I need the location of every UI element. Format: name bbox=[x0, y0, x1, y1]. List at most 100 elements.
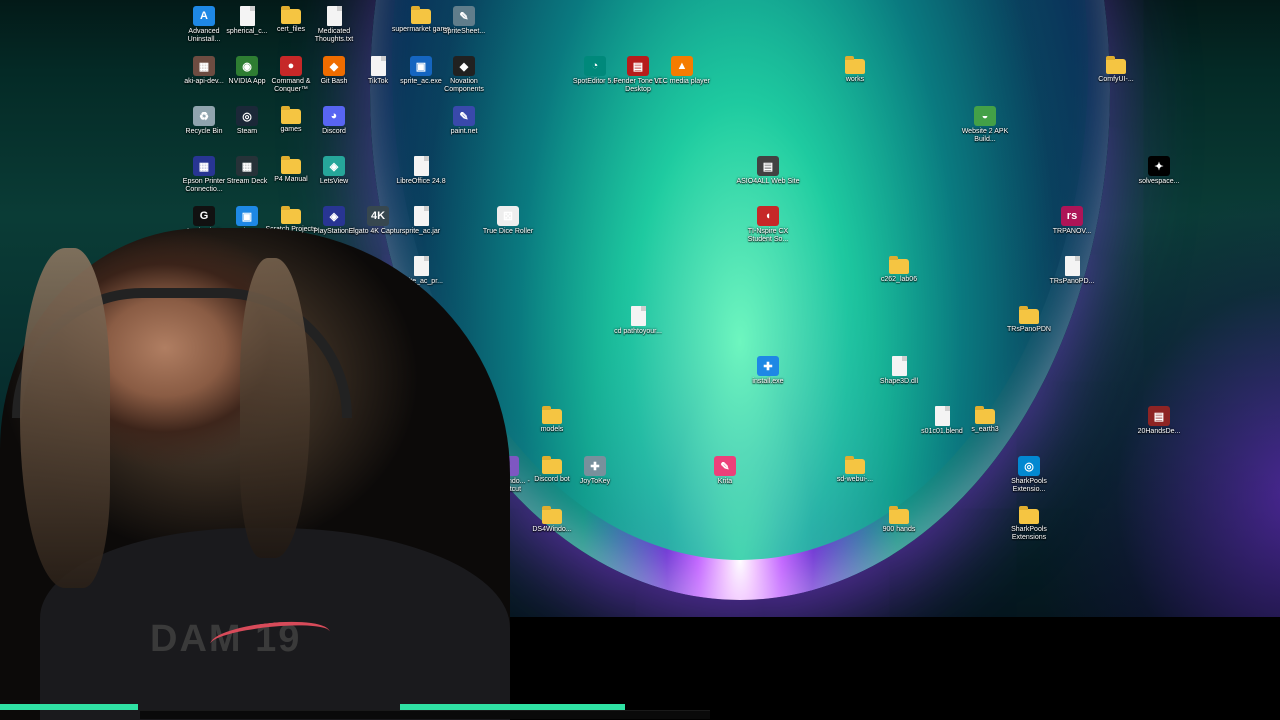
desktop-icon-novation-components[interactable]: ◆ Novation Components bbox=[432, 54, 496, 100]
desktop-icon-900-hands[interactable]: 900 hands bbox=[867, 504, 931, 550]
folder-icon bbox=[1106, 56, 1126, 74]
desktop-icon-spritesheet[interactable]: ✎ SpriteSheet... bbox=[432, 4, 496, 50]
desktop-icon-label: 900 hands bbox=[882, 526, 916, 533]
level-meter-mid bbox=[400, 704, 625, 710]
desktop-icon-label: games bbox=[280, 126, 302, 133]
desktop-icon-label: install.exe bbox=[752, 378, 784, 385]
file-icon bbox=[934, 406, 950, 426]
folder-icon bbox=[542, 456, 562, 474]
app-icon: ▦ bbox=[193, 56, 215, 76]
app-icon: ● bbox=[280, 56, 302, 76]
desktop-icon-website-2-apk-build[interactable]: ◒ Website 2 APK Build... bbox=[953, 104, 1017, 150]
desktop-icon-label: Steam bbox=[236, 128, 258, 135]
folder-icon bbox=[411, 6, 431, 24]
desktop-icon-asio4all-web-site[interactable]: ▤ ASIO4ALL Web Site bbox=[736, 154, 800, 200]
app-icon: ✦ bbox=[1148, 156, 1170, 176]
desktop-icon-label: TRsPanoPDN bbox=[1007, 326, 1051, 333]
desktop-icon-label: Novation Components bbox=[444, 78, 484, 93]
app-icon: ◕ bbox=[323, 106, 345, 126]
desktop-icon-label: Git Bash bbox=[320, 78, 348, 85]
desktop-icon-label: 20HandsDe... bbox=[1137, 428, 1181, 435]
hair-left bbox=[20, 248, 110, 588]
desktop-icon-shape3d-dll[interactable]: Shape3D.dll bbox=[867, 354, 931, 400]
app-icon: ▤ bbox=[627, 56, 649, 76]
folder-icon bbox=[281, 106, 301, 124]
app-icon: ◈ bbox=[323, 206, 345, 226]
desktop-icon-paint-net[interactable]: ✎ paint.net bbox=[432, 104, 496, 150]
desktop-icon-models[interactable]: models bbox=[520, 404, 584, 450]
desktop-icon-ds4windo[interactable]: DS4Windo... bbox=[520, 504, 584, 550]
desktop-icon-label: s_earth3 bbox=[971, 426, 999, 433]
desktop-icon-medicated-thoughts-txt[interactable]: Medicated Thoughts.txt bbox=[302, 4, 366, 50]
app-icon: ◈ bbox=[323, 156, 345, 176]
desktop-icon-label: TRsPanoPD... bbox=[1049, 278, 1095, 285]
desktop-icon-krita[interactable]: ✎ Krita bbox=[693, 454, 757, 500]
file-icon bbox=[630, 306, 646, 326]
file-icon bbox=[326, 6, 342, 26]
folder-icon bbox=[281, 156, 301, 174]
folder-icon bbox=[845, 56, 865, 74]
level-meter-left bbox=[0, 704, 138, 710]
app-icon: ◎ bbox=[1018, 456, 1040, 476]
app-icon: ◔ bbox=[584, 56, 606, 76]
app-icon: ◎ bbox=[236, 106, 258, 126]
desktop-icon-solvespace[interactable]: ✦ solvespace... bbox=[1127, 154, 1191, 200]
desktop-icon-vlc-media-player[interactable]: ▲ VLC media player bbox=[650, 54, 714, 100]
app-icon: ▲ bbox=[671, 56, 693, 76]
desktop-icon-sd-webui[interactable]: sd-webui-... bbox=[823, 454, 887, 500]
app-icon: ▤ bbox=[1148, 406, 1170, 426]
desktop-icon-label: ComfyUI-... bbox=[1098, 76, 1134, 83]
desktop-icon-trpanov[interactable]: rs TRPANOV... bbox=[1040, 204, 1104, 250]
app-icon: ✎ bbox=[453, 6, 475, 26]
desktop-icon-sharkpools-extensions[interactable]: SharkPools Extensions bbox=[997, 504, 1061, 550]
folder-icon bbox=[889, 256, 909, 274]
desktop-icon-label: True Dice Roller bbox=[482, 228, 534, 235]
desktop-icon-label: models bbox=[540, 426, 564, 433]
app-icon: ◒ bbox=[974, 106, 996, 126]
app-icon: ◖ bbox=[757, 206, 779, 226]
folder-icon bbox=[1019, 306, 1039, 324]
desktop-icon-discord[interactable]: ◕ Discord bbox=[302, 104, 366, 150]
desktop-icon-label: LetsView bbox=[319, 178, 349, 185]
desktop-icon-libreoffice-24-8[interactable]: LibreOffice 24.8 bbox=[389, 154, 453, 200]
desktop-icon-true-dice-roller[interactable]: ⚄ True Dice Roller bbox=[476, 204, 540, 250]
folder-icon bbox=[889, 506, 909, 524]
desktop-icon-label: Krita bbox=[717, 478, 733, 485]
app-icon: ♻ bbox=[193, 106, 215, 126]
desktop-icon-20handsde[interactable]: ▤ 20HandsDe... bbox=[1127, 404, 1191, 450]
desktop-icon-s-earth3[interactable]: s_earth3 bbox=[953, 404, 1017, 450]
desktop-icon-label: TikTok bbox=[368, 78, 388, 85]
desktop-icon-c262-lab06[interactable]: c262_lab06 bbox=[867, 254, 931, 300]
desktop-icon-label: solvespace... bbox=[1138, 178, 1180, 185]
folder-icon bbox=[542, 506, 562, 524]
folder-icon bbox=[542, 406, 562, 424]
desktop-icon-comfyui[interactable]: ComfyUI-... bbox=[1084, 54, 1148, 100]
desktop-icon-sharkpools-extensio[interactable]: ◎ SharkPools Extensio... bbox=[997, 454, 1061, 500]
webcam-overlay: DAM 19 bbox=[0, 228, 510, 720]
file-icon bbox=[413, 256, 429, 276]
desktop-icon-label: Medicated Thoughts.txt bbox=[314, 28, 354, 43]
app-icon: A bbox=[193, 6, 215, 26]
folder-icon bbox=[975, 406, 995, 424]
desktop-icon-label: paint.net bbox=[450, 128, 478, 135]
desktop-icon-label: Website 2 APK Build... bbox=[961, 128, 1009, 143]
desktop-icon-cd-pathtoyour[interactable]: cd pathtoyour... bbox=[606, 304, 670, 350]
desktop: A Advanced Uninstall... spherical_c... cert… bbox=[0, 0, 1280, 720]
desktop-icon-joytokey[interactable]: ✚ JoyToKey bbox=[563, 454, 627, 500]
app-icon: ✎ bbox=[714, 456, 736, 476]
desktop-icon-install-exe[interactable]: ✚ install.exe bbox=[736, 354, 800, 400]
desktop-icon-trspanopdn[interactable]: TRsPanoPDN bbox=[997, 304, 1061, 350]
desktop-icon-letsview[interactable]: ◈ LetsView bbox=[302, 154, 366, 200]
file-icon bbox=[239, 6, 255, 26]
desktop-icon-works[interactable]: works bbox=[823, 54, 887, 100]
desktop-icon-ti-nspire-cx-student-so[interactable]: ◖ TI-Nspire CX Student So... bbox=[736, 204, 800, 250]
desktop-icon-label: sd-webui-... bbox=[836, 476, 874, 483]
desktop-icon-trspanopd[interactable]: TRsPanoPD... bbox=[1040, 254, 1104, 300]
desktop-icon-label: LibreOffice 24.8 bbox=[396, 178, 446, 185]
folder-icon bbox=[845, 456, 865, 474]
desktop-icon-label: JoyToKey bbox=[579, 478, 611, 485]
file-icon bbox=[413, 206, 429, 226]
desktop-icon-sprite-ac-jar[interactable]: sprite_ac.jar bbox=[389, 204, 453, 250]
app-icon: ⚄ bbox=[497, 206, 519, 226]
app-icon: ▦ bbox=[193, 156, 215, 176]
